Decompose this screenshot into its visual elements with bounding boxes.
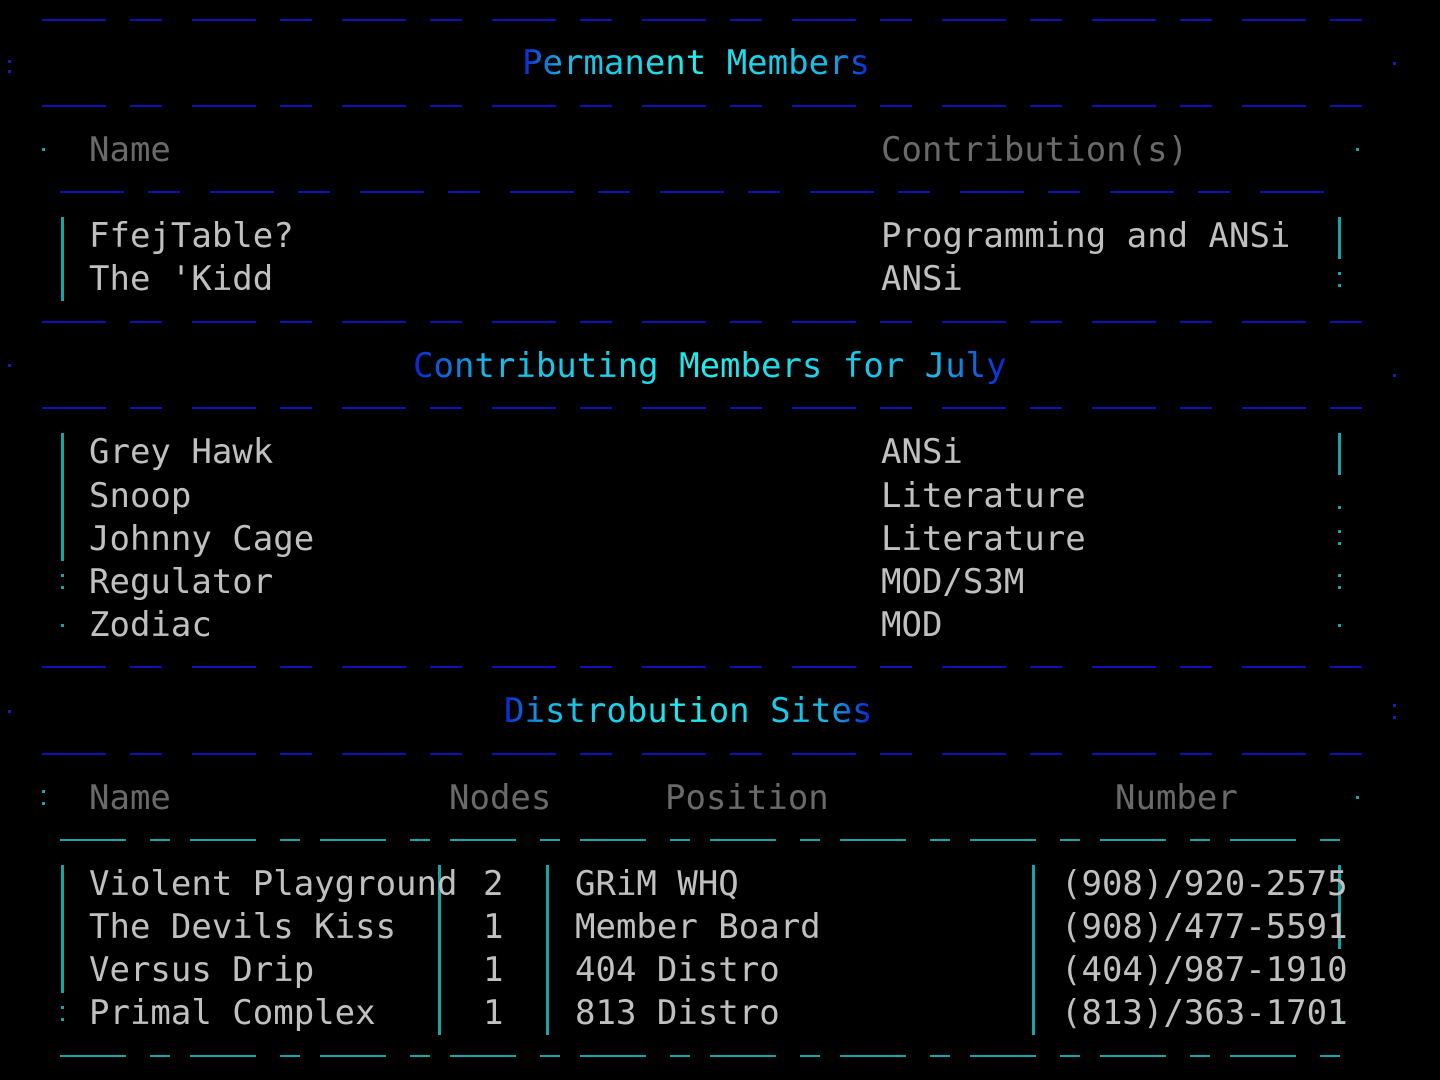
member-contribution: ANSi [881, 432, 963, 472]
member-name: Grey Hawk [89, 432, 274, 472]
divider [60, 191, 1340, 193]
decor-dot [42, 802, 45, 805]
section-title-sites: Distrobution Sites [504, 691, 873, 731]
section-title-permanent: Permanent Members [522, 43, 870, 83]
divider [42, 666, 1382, 668]
decor-dot [1338, 574, 1341, 577]
site-number: (813)/363-1701 [1061, 993, 1348, 1033]
column-separator [1032, 865, 1035, 1035]
column-header-site-name: Name [89, 778, 171, 818]
frame-bar-right [1338, 433, 1341, 475]
decor-dot [1393, 704, 1396, 707]
decor-dot [1338, 272, 1341, 275]
decor-dot [42, 148, 45, 151]
member-name: Johnny Cage [89, 519, 315, 559]
decor-dot [61, 1018, 64, 1021]
decor-dot [1338, 530, 1341, 533]
member-contribution: Literature [881, 476, 1086, 516]
decor-dot [8, 70, 11, 73]
member-name: The 'Kidd [89, 259, 274, 299]
section-title-contributing: Contributing Members for July [413, 346, 1007, 386]
decor-dot [8, 364, 11, 367]
decor-dot [1393, 374, 1396, 377]
frame-bar-left [61, 217, 64, 301]
column-header-position: Position [665, 778, 829, 818]
column-header-nodes: Nodes [449, 778, 552, 818]
column-separator [546, 865, 549, 1035]
decor-dot [61, 1006, 64, 1009]
decor-dot [1393, 716, 1396, 719]
site-position: 813 Distro [575, 993, 780, 1033]
site-name: Primal Complex [89, 993, 376, 1033]
decor-dot [1393, 62, 1396, 65]
site-number: (908)/477-5591 [1061, 907, 1348, 947]
site-nodes: 2 [483, 864, 504, 904]
member-name: Regulator [89, 562, 274, 602]
frame-bar-left [61, 865, 64, 993]
divider [42, 407, 1382, 409]
decor-dot [8, 60, 11, 63]
decor-dot [1338, 624, 1341, 627]
member-name: Snoop [89, 476, 192, 516]
divider [42, 321, 1382, 323]
decor-dot [61, 624, 64, 627]
member-contribution: Literature [881, 519, 1086, 559]
column-header-contribution: Contribution(s) [881, 130, 1189, 170]
site-position: GRiM WHQ [575, 864, 739, 904]
member-contribution: ANSi [881, 259, 963, 299]
divider [60, 839, 1340, 841]
site-number: (404)/987-1910 [1061, 950, 1348, 990]
member-contribution: MOD/S3M [881, 562, 1025, 602]
site-position: 404 Distro [575, 950, 780, 990]
column-header-number: Number [1115, 778, 1238, 818]
column-header-name: Name [89, 130, 171, 170]
decor-dot [61, 586, 64, 589]
site-nodes: 1 [483, 950, 504, 990]
site-name: Versus Drip [89, 950, 315, 990]
member-name: Zodiac [89, 605, 212, 645]
site-name: Violent Playground [89, 864, 458, 904]
decor-dot [61, 574, 64, 577]
site-name: The Devils Kiss [89, 907, 397, 947]
member-contribution: Programming and ANSi [881, 216, 1291, 256]
frame-bar-left [61, 433, 64, 561]
site-number: (908)/920-2575 [1061, 864, 1348, 904]
site-nodes: 1 [483, 993, 504, 1033]
member-contribution: MOD [881, 605, 943, 645]
decor-dot [8, 710, 11, 713]
divider [42, 105, 1382, 107]
frame-bar-right [1338, 217, 1341, 259]
decor-dot [1356, 796, 1359, 799]
decor-dot [42, 790, 45, 793]
decor-dot [1338, 506, 1341, 509]
decor-dot [1338, 542, 1341, 545]
divider [42, 753, 1382, 755]
site-nodes: 1 [483, 907, 504, 947]
member-name: FfejTable? [89, 216, 294, 256]
decor-dot [1356, 148, 1359, 151]
decor-dot [1338, 284, 1341, 287]
site-position: Member Board [575, 907, 821, 947]
decor-dot [1338, 586, 1341, 589]
divider-top [42, 19, 1382, 21]
divider-bottom [60, 1055, 1340, 1057]
